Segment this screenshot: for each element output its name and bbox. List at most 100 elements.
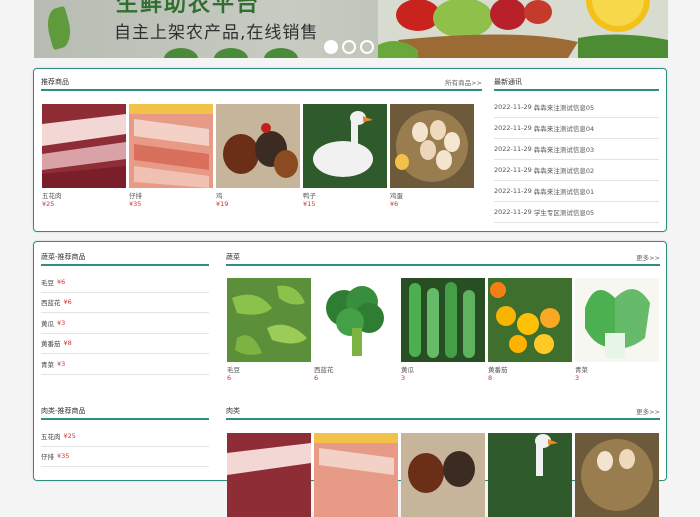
product-card[interactable]: 青菜 3 <box>575 278 659 382</box>
product-name[interactable]: 鸡蛋 <box>390 190 474 200</box>
rec-price: ¥35 <box>57 452 70 461</box>
news-text[interactable]: 犇犇来注测试信息03 <box>534 144 594 154</box>
featured-title: 推荐商品 <box>41 78 69 86</box>
product-name[interactable]: 黄番茄 <box>488 364 572 374</box>
product-name[interactable]: 仔排 <box>129 190 213 200</box>
product-card[interactable] <box>575 433 659 517</box>
product-card[interactable]: 鸭子 ¥15 <box>303 104 387 208</box>
carousel-dot[interactable] <box>342 40 356 54</box>
product-price: ¥19 <box>216 200 229 208</box>
news-text[interactable]: 犇犇来注测试信息02 <box>534 165 594 175</box>
product-name[interactable]: 青菜 <box>575 364 659 374</box>
rec-item[interactable]: 仔排 ¥35 <box>41 447 209 467</box>
product-name[interactable]: 毛豆 <box>227 364 311 374</box>
featured-panel: 推荐商品 所有商品>> 五花肉 ¥25 仔排 ¥35 鸡 ¥19 鸭子 ¥15 … <box>33 68 667 232</box>
product-card[interactable]: 五花肉 ¥25 <box>42 104 126 208</box>
news-item[interactable]: 2022-11-29 犇犇来注测试信息05 <box>494 97 659 118</box>
carousel-indicators <box>324 40 374 54</box>
rec-price: ¥3 <box>57 318 66 327</box>
product-card[interactable] <box>401 433 485 517</box>
news-title: 最新通讯 <box>494 78 522 86</box>
rec-item[interactable]: 黄瓜 ¥3 <box>41 313 209 334</box>
rec-name[interactable]: 黄瓜 <box>41 318 54 328</box>
news-item[interactable]: 2022-11-29 犇犇来注测试信息03 <box>494 139 659 160</box>
carousel-dot[interactable] <box>360 40 374 54</box>
product-image <box>488 433 572 517</box>
product-card[interactable]: 黄瓜 3 <box>401 278 485 382</box>
product-price: 6 <box>314 374 319 382</box>
product-image <box>488 278 572 362</box>
product-image <box>303 104 387 188</box>
news-date: 2022-11-29 <box>494 166 532 174</box>
rec-item[interactable]: 五花肉 ¥25 <box>41 426 209 447</box>
product-image <box>314 433 398 517</box>
product-name[interactable]: 西蓝花 <box>314 364 398 374</box>
news-text[interactable]: 犇犇来注测试信息01 <box>534 186 594 196</box>
rec-name[interactable]: 西蓝花 <box>41 297 61 307</box>
news-list: 2022-11-29 犇犇来注测试信息05 2022-11-29 犇犇来注测试信… <box>494 97 659 223</box>
rec-name[interactable]: 毛豆 <box>41 277 54 287</box>
product-card[interactable]: 鸡 ¥19 <box>216 104 300 208</box>
news-header: 最新通讯 <box>494 78 659 91</box>
product-card[interactable]: 毛豆 6 <box>227 278 311 382</box>
product-price: 3 <box>575 374 580 382</box>
rec-price: ¥3 <box>57 359 66 368</box>
rec-name[interactable]: 五花肉 <box>41 431 61 441</box>
rec-name[interactable]: 黄番茄 <box>41 338 61 348</box>
rec-item[interactable]: 西蓝花 ¥6 <box>41 293 209 313</box>
meat-header: 肉类 更多>> <box>226 406 660 420</box>
product-card[interactable] <box>488 433 572 517</box>
news-date: 2022-11-29 <box>494 145 532 153</box>
meat-more-link[interactable]: 更多>> <box>636 406 660 416</box>
rec-name[interactable]: 仔排 <box>41 451 54 461</box>
product-card[interactable]: 仔排 ¥35 <box>129 104 213 208</box>
product-card[interactable]: 鸡蛋 ¥6 <box>390 104 474 208</box>
all-products-link[interactable]: 所有商品>> <box>445 77 482 87</box>
rec-name[interactable]: 青菜 <box>41 359 54 369</box>
product-name[interactable]: 五花肉 <box>42 190 126 200</box>
banner-decoration-circle <box>214 48 248 58</box>
rec-price: ¥8 <box>63 339 72 348</box>
product-name[interactable]: 鸭子 <box>303 190 387 200</box>
news-item[interactable]: 2022-11-29 犇犇来注测试信息01 <box>494 181 659 202</box>
meat-rec-title: 肉类-推荐商品 <box>41 407 86 415</box>
carousel-dot[interactable] <box>324 40 338 54</box>
product-card[interactable] <box>227 433 311 517</box>
news-text[interactable]: 学生专区测试信息05 <box>534 207 594 217</box>
veg-rec-list: 毛豆 ¥6 西蓝花 ¥6 黄瓜 ¥3 黄番茄 ¥8 青菜 ¥3 <box>41 272 209 375</box>
product-price: ¥15 <box>303 200 316 208</box>
product-price: 3 <box>401 374 406 382</box>
news-item[interactable]: 2022-11-29 学生专区测试信息05 <box>494 202 659 223</box>
rec-price: ¥25 <box>63 431 76 440</box>
news-date: 2022-11-29 <box>494 124 532 132</box>
banner-title: 生鲜助农平台 <box>116 0 261 17</box>
product-name[interactable]: 鸡 <box>216 190 300 200</box>
product-image <box>401 433 485 517</box>
product-card[interactable]: 黄番茄 8 <box>488 278 572 382</box>
hero-banner[interactable]: 生鲜助农平台 自主上架农产品,在线销售 <box>34 0 668 58</box>
news-item[interactable]: 2022-11-29 犇犇来注测试信息04 <box>494 118 659 139</box>
banner-decoration-circle <box>264 48 298 58</box>
product-price: ¥35 <box>129 200 142 208</box>
rec-price: ¥6 <box>63 298 72 307</box>
rec-item[interactable]: 黄番茄 ¥8 <box>41 334 209 354</box>
product-card[interactable]: 西蓝花 6 <box>314 278 398 382</box>
news-text[interactable]: 犇犇来注测试信息05 <box>534 102 594 112</box>
news-item[interactable]: 2022-11-29 犇犇来注测试信息02 <box>494 160 659 181</box>
product-price: ¥6 <box>390 200 399 208</box>
news-date: 2022-11-29 <box>494 208 532 216</box>
meat-rec-header: 肉类-推荐商品 <box>41 407 209 420</box>
rec-item[interactable]: 毛豆 ¥6 <box>41 272 209 293</box>
veg-header: 蔬菜 更多>> <box>226 252 660 266</box>
product-image <box>129 104 213 188</box>
category-panel: 蔬菜-推荐商品 毛豆 ¥6 西蓝花 ¥6 黄瓜 ¥3 黄番茄 ¥8 青菜 ¥3 蔬菜 更多… <box>33 241 667 517</box>
veg-more-link[interactable]: 更多>> <box>636 252 660 262</box>
news-text[interactable]: 犇犇来注测试信息04 <box>534 123 594 133</box>
rec-item[interactable]: 青菜 ¥3 <box>41 354 209 375</box>
meat-rec-list: 五花肉 ¥25 仔排 ¥35 <box>41 426 209 467</box>
product-price: ¥25 <box>42 200 55 208</box>
product-image <box>227 433 311 517</box>
meat-title: 肉类 <box>226 407 240 415</box>
product-name[interactable]: 黄瓜 <box>401 364 485 374</box>
product-card[interactable] <box>314 433 398 517</box>
